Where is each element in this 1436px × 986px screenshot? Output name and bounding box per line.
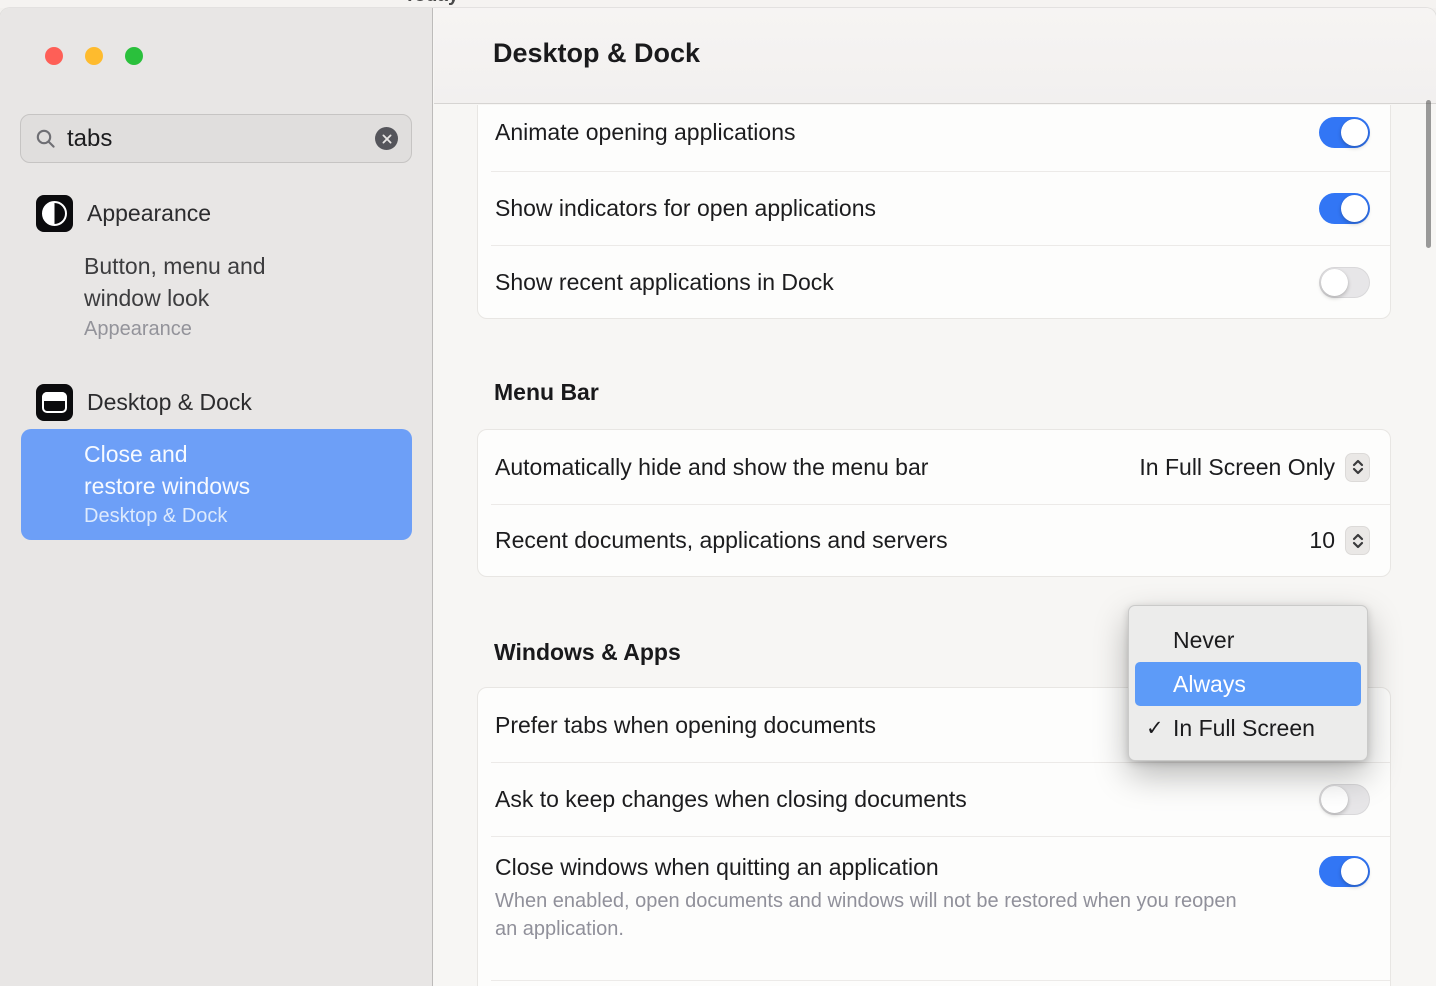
menu-bar-card: Automatically hide and show the menu bar… — [477, 429, 1391, 577]
sidebar-group-appearance[interactable]: Appearance — [36, 195, 211, 232]
settings-row: Automatically hide and show the menu bar… — [478, 430, 1390, 504]
settings-row: Animate opening applications — [478, 105, 1390, 171]
background-window-strip: Today — [0, 0, 1436, 8]
settings-row: Ask to keep changes when closing documen… — [478, 762, 1390, 836]
toggle-knob — [1341, 119, 1368, 146]
search-input[interactable] — [67, 125, 375, 153]
menu-item-always[interactable]: Always — [1135, 662, 1361, 706]
group-label: Desktop & Dock — [87, 389, 252, 416]
result-title: Close and restore windows — [84, 438, 262, 502]
show-indicators-toggle[interactable] — [1319, 193, 1370, 224]
result-subtitle: Desktop & Dock — [84, 503, 392, 529]
x-icon — [382, 134, 392, 144]
select-value: In Full Screen Only — [1139, 454, 1335, 481]
settings-row: Show recent applications in Dock — [478, 245, 1390, 319]
menu-item-label: In Full Screen — [1173, 715, 1315, 742]
row-label: Close windows when quitting an applicati… — [495, 854, 1240, 881]
system-settings-window: Appearance Button, menu and window look … — [0, 8, 1436, 986]
show-recent-applications-toggle[interactable] — [1319, 267, 1370, 298]
row-label: Automatically hide and show the menu bar — [495, 454, 928, 481]
toggle-knob — [1341, 858, 1368, 885]
row-label: Animate opening applications — [495, 119, 795, 146]
toggle-knob — [1321, 786, 1348, 813]
menu-item-label: Always — [1173, 671, 1246, 698]
settings-row — [478, 980, 1390, 986]
group-label: Appearance — [87, 200, 211, 227]
toggle-knob — [1341, 195, 1368, 222]
minimize-window-button[interactable] — [85, 47, 103, 65]
search-result-close-restore-windows-selected[interactable]: Close and restore windows Desktop & Dock — [21, 429, 412, 540]
row-text-block: Close windows when quitting an applicati… — [495, 854, 1240, 943]
pane-header: Desktop & Dock — [434, 8, 1436, 104]
row-label: Ask to keep changes when closing documen… — [495, 786, 967, 813]
row-label: Recent documents, applications and serve… — [495, 527, 948, 554]
settings-row: Show indicators for open applications — [478, 171, 1390, 245]
menu-bar-heading: Menu Bar — [494, 379, 599, 406]
search-field[interactable] — [20, 114, 412, 163]
page-title: Desktop & Dock — [493, 38, 700, 69]
search-result-button-menu-window-look[interactable]: Button, menu and window look Appearance — [84, 250, 344, 342]
desktop-dock-icon — [36, 384, 73, 421]
menu-item-label: Never — [1173, 627, 1234, 654]
recent-documents-stepper[interactable]: 10 — [1309, 526, 1370, 555]
search-icon — [35, 128, 57, 150]
close-windows-when-quitting-toggle[interactable] — [1319, 856, 1370, 887]
stepper-chevrons-icon — [1345, 453, 1370, 482]
settings-row: Close windows when quitting an applicati… — [478, 836, 1390, 980]
row-label: Show recent applications in Dock — [495, 269, 834, 296]
zoom-window-button[interactable] — [125, 47, 143, 65]
stepper-chevrons-icon — [1345, 526, 1370, 555]
traffic-lights — [45, 47, 143, 65]
row-label: Prefer tabs when opening documents — [495, 712, 876, 739]
result-title: Button, menu and window look — [84, 250, 344, 314]
row-description: When enabled, open documents and windows… — [495, 887, 1240, 943]
stepper-value: 10 — [1309, 527, 1335, 554]
result-subtitle: Appearance — [84, 316, 344, 342]
prefer-tabs-popup-menu: Never Always ✓ In Full Screen — [1128, 605, 1368, 761]
sidebar: Appearance Button, menu and window look … — [0, 8, 433, 986]
toggle-knob — [1321, 269, 1348, 296]
sidebar-group-desktop-dock[interactable]: Desktop & Dock — [36, 384, 252, 421]
close-window-button[interactable] — [45, 47, 63, 65]
row-label: Show indicators for open applications — [495, 195, 876, 222]
scrollbar-thumb[interactable] — [1426, 100, 1431, 248]
ask-to-keep-changes-toggle[interactable] — [1319, 784, 1370, 815]
settings-row: Recent documents, applications and serve… — [478, 504, 1390, 577]
menu-item-never[interactable]: Never — [1135, 618, 1361, 662]
menu-item-in-full-screen[interactable]: ✓ In Full Screen — [1135, 706, 1361, 750]
clear-search-button[interactable] — [375, 127, 398, 150]
background-tab-label: Today — [404, 0, 459, 7]
menu-bar-visibility-select[interactable]: In Full Screen Only — [1139, 453, 1370, 482]
settings-content: Animate opening applications Show indica… — [434, 105, 1436, 986]
windows-apps-heading: Windows & Apps — [494, 639, 681, 666]
dock-settings-card: Animate opening applications Show indica… — [477, 105, 1391, 319]
checkmark-icon: ✓ — [1146, 716, 1164, 741]
main-pane: Desktop & Dock Animate opening applicati… — [434, 8, 1436, 986]
animate-opening-applications-toggle[interactable] — [1319, 117, 1370, 148]
appearance-icon — [36, 195, 73, 232]
